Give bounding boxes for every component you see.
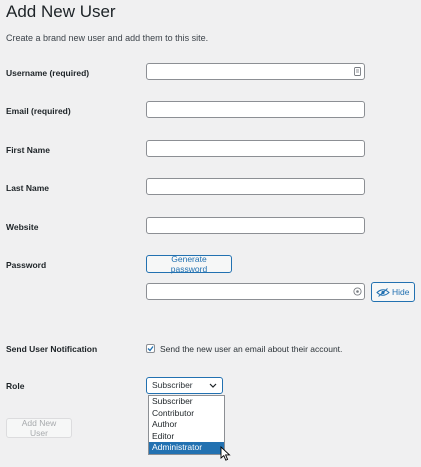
email-input[interactable] (146, 101, 365, 118)
role-option-editor[interactable]: Editor (149, 431, 224, 443)
first-name-input[interactable] (146, 140, 365, 157)
first-name-label: First Name (6, 145, 50, 155)
role-select[interactable]: Subscriber (146, 377, 223, 394)
role-option-subscriber[interactable]: Subscriber (149, 396, 224, 408)
checkmark-icon (147, 346, 154, 352)
website-label: Website (6, 222, 39, 232)
add-new-user-button[interactable]: Add New User (6, 418, 72, 438)
notification-checkbox[interactable] (146, 344, 155, 353)
hide-password-button[interactable]: Hide (371, 282, 415, 302)
hide-button-label: Hide (392, 287, 410, 297)
mouse-pointer-icon (220, 445, 232, 462)
generate-password-button[interactable]: Generate password (146, 254, 232, 274)
last-name-label: Last Name (6, 183, 49, 193)
website-input[interactable] (146, 217, 365, 234)
password-label: Password (6, 260, 47, 270)
password-input[interactable] (146, 283, 365, 300)
email-label: Email (required) (6, 106, 71, 116)
role-selected-value: Subscriber (152, 380, 193, 390)
last-name-input[interactable] (146, 178, 365, 195)
role-option-contributor[interactable]: Contributor (149, 408, 224, 420)
username-input[interactable] (146, 63, 365, 80)
role-dropdown-list: Subscriber Contributor Author Editor Adm… (148, 395, 225, 455)
eye-slash-icon (376, 287, 390, 297)
username-label: Username (required) (6, 68, 90, 78)
notification-text: Send the new user an email about their a… (160, 344, 343, 354)
role-option-administrator[interactable]: Administrator (149, 442, 224, 454)
eye-icon (353, 287, 362, 296)
page-title: Add New User (6, 2, 116, 21)
notification-label: Send User Notification (6, 344, 98, 354)
contact-card-icon (353, 67, 362, 76)
role-option-author[interactable]: Author (149, 419, 224, 431)
role-label: Role (6, 381, 25, 391)
page-description: Create a brand new user and add them to … (6, 33, 209, 43)
